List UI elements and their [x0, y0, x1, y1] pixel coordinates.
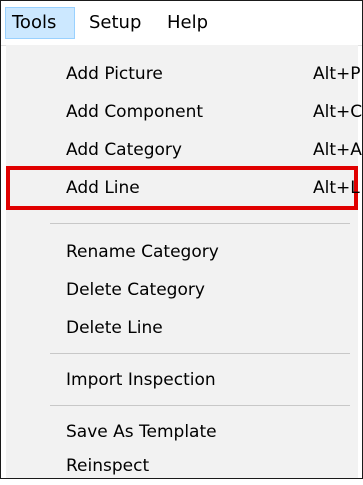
menu-separator — [50, 223, 350, 224]
menu-tools[interactable]: Tools — [5, 7, 75, 39]
menu-item-add-picture[interactable]: Add Picture Alt+P — [6, 55, 361, 93]
menu-item-save-as-template[interactable]: Save As Template — [6, 413, 358, 451]
menu-item-delete-category[interactable]: Delete Category — [6, 271, 358, 309]
menu-item-delete-line[interactable]: Delete Line — [6, 309, 358, 347]
menu-item-label: Add Picture — [66, 64, 163, 84]
menu-separator — [50, 353, 350, 354]
menu-bar: Tools Setup Help — [1, 1, 362, 46]
menu-setup[interactable]: Setup — [83, 7, 153, 39]
menu-item-label: Rename Category — [66, 242, 219, 262]
menu-item-add-line[interactable]: Add Line Alt+L — [6, 166, 360, 210]
menu-separator — [50, 405, 350, 406]
menu-item-shortcut: Alt+C — [313, 102, 363, 122]
app-window: Tools Setup Help Add Picture Alt+P Add C… — [0, 0, 363, 479]
menu-item-label: Import Inspection — [66, 370, 216, 390]
menu-item-shortcut: Alt+P — [313, 64, 361, 84]
menu-item-label: Add Category — [66, 140, 182, 160]
menu-item-add-category[interactable]: Add Category Alt+A — [6, 131, 362, 169]
menu-item-label: Reinspect — [66, 456, 150, 476]
menu-item-reinspect[interactable]: Reinspect — [6, 447, 358, 485]
menu-item-label: Add Component — [66, 102, 204, 122]
tools-dropdown-menu: Add Picture Alt+P Add Component Alt+C Ad… — [6, 45, 362, 478]
menu-item-add-component[interactable]: Add Component Alt+C — [6, 93, 362, 131]
menu-item-shortcut: Alt+L — [313, 178, 360, 198]
menu-help[interactable]: Help — [161, 7, 217, 39]
menu-item-rename-category[interactable]: Rename Category — [6, 233, 358, 271]
menu-item-import-inspection[interactable]: Import Inspection — [6, 361, 358, 399]
menu-item-label: Add Line — [66, 178, 140, 198]
menu-item-shortcut: Alt+A — [313, 140, 362, 160]
menu-item-label: Save As Template — [66, 422, 217, 442]
menu-item-label: Delete Category — [66, 280, 205, 300]
menu-item-label: Delete Line — [66, 318, 163, 338]
